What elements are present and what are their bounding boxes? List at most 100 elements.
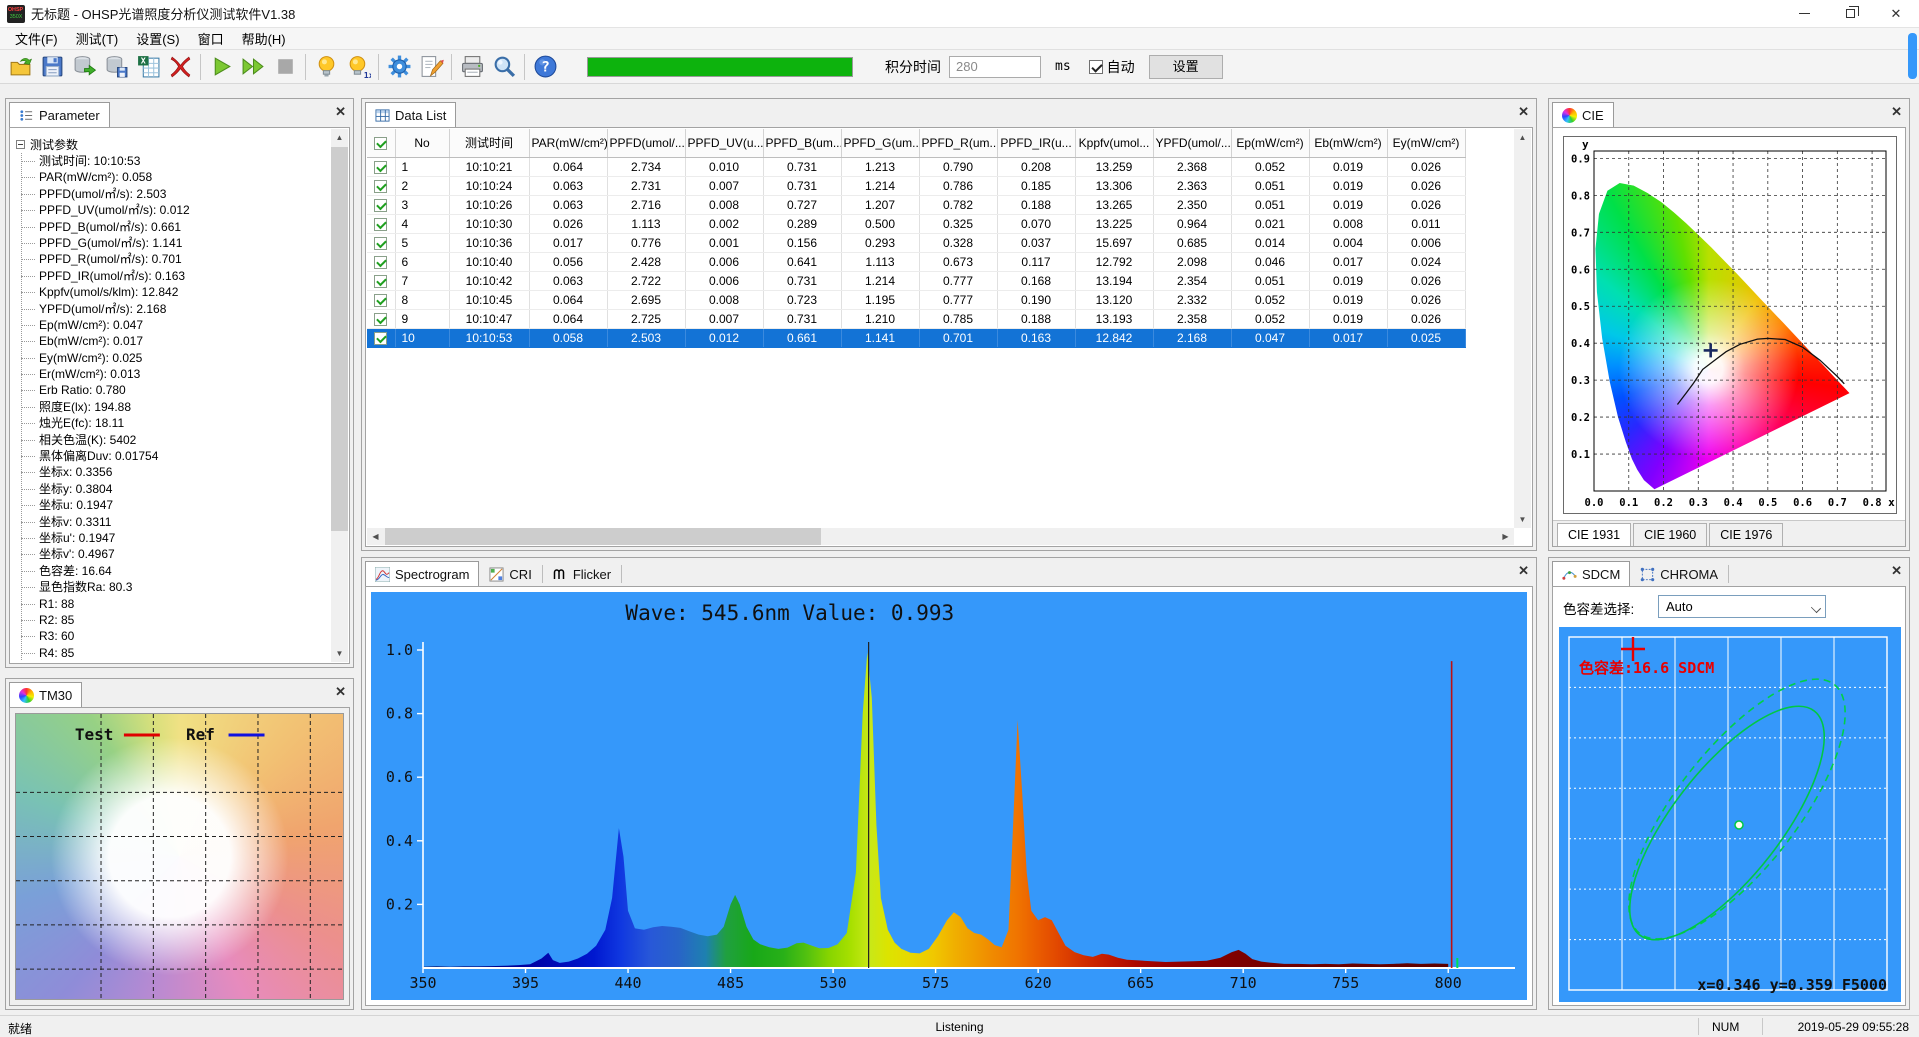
column-header[interactable]: PPFD_UV(u... — [685, 129, 763, 157]
tree-item[interactable]: 测试时间: 10:10:53 — [12, 153, 330, 169]
column-header[interactable]: Kppfv(umol... — [1075, 129, 1153, 157]
tab-tm30[interactable]: TM30 — [9, 682, 82, 707]
table-row[interactable]: 710:10:420.0632.7220.0060.7311.2140.7770… — [367, 271, 1465, 290]
column-header[interactable]: Ep(mW/cm²) — [1231, 129, 1309, 157]
tree-item[interactable]: Kppfv(umol/s/klm): 12.842 — [12, 284, 330, 300]
tree-item[interactable]: R1: 88 — [12, 596, 330, 612]
tree-item[interactable]: 坐标v': 0.4967 — [12, 546, 330, 562]
auto-checkbox[interactable] — [1089, 60, 1103, 74]
menu-item[interactable]: 窗口 — [189, 27, 233, 50]
row-checkbox[interactable] — [374, 256, 387, 269]
tree-item[interactable]: 显色指数Ra: 80.3 — [12, 579, 330, 595]
tree-item[interactable]: 坐标v: 0.3311 — [12, 514, 330, 530]
save-database-icon[interactable] — [100, 52, 132, 82]
subtab-cie-1931[interactable]: CIE 1931 — [1557, 523, 1631, 546]
tree-item[interactable]: 色容差: 16.64 — [12, 563, 330, 579]
settings-gear-icon[interactable] — [383, 52, 415, 82]
table-horizontal-scrollbar[interactable]: ◀ ▶ — [367, 528, 1514, 545]
integration-time-input[interactable] — [949, 56, 1041, 78]
test-once-icon[interactable] — [205, 52, 237, 82]
cie-1931-chart[interactable]: 0.90.80.70.60.50.40.30.20.10.00.10.20.30… — [1563, 136, 1897, 514]
tree-item[interactable]: Erb Ratio: 0.780 — [12, 382, 330, 398]
column-header[interactable]: PAR(mW/cm²) — [529, 129, 607, 157]
tree-item[interactable]: Ep(mW/cm²): 0.047 — [12, 317, 330, 333]
edit-icon[interactable] — [415, 52, 447, 82]
table-row[interactable]: 510:10:360.0170.7760.0010.1560.2930.3280… — [367, 233, 1465, 252]
edge-scroll-handle[interactable] — [1908, 33, 1917, 79]
restore-button[interactable] — [1827, 0, 1873, 28]
print-icon[interactable] — [456, 52, 488, 82]
tree-item[interactable]: PPFD(umol/㎡/s): 2.503 — [12, 186, 330, 202]
zoom-icon[interactable] — [488, 52, 520, 82]
subtab-cie-1976[interactable]: CIE 1976 — [1709, 523, 1783, 546]
close-icon[interactable]: ✕ — [1891, 105, 1902, 118]
table-row[interactable]: 810:10:450.0642.6950.0080.7231.1950.7770… — [367, 290, 1465, 309]
export-database-icon[interactable] — [68, 52, 100, 82]
tree-root[interactable]: 测试参数 — [12, 136, 330, 153]
scroll-up-icon[interactable]: ▲ — [331, 129, 348, 146]
tree-item[interactable]: PAR(mW/cm²): 0.058 — [12, 169, 330, 185]
select-all-checkbox[interactable] — [374, 137, 387, 150]
tree-item[interactable]: 相关色温(K): 5402 — [12, 432, 330, 448]
row-checkbox[interactable] — [374, 199, 387, 212]
row-checkbox[interactable] — [374, 218, 387, 231]
column-header[interactable]: PPFD_R(um... — [919, 129, 997, 157]
row-checkbox[interactable] — [374, 294, 387, 307]
tree-item[interactable]: R4: 85 — [12, 645, 330, 661]
close-icon[interactable]: ✕ — [1891, 564, 1902, 577]
column-header[interactable]: PPFD_G(um... — [841, 129, 919, 157]
tree-item[interactable]: PPFD_G(umol/㎡/s): 1.141 — [12, 235, 330, 251]
table-row[interactable]: 1010:10:530.0582.5030.0120.6611.1410.701… — [367, 328, 1465, 347]
scrollbar-thumb[interactable] — [331, 147, 348, 531]
row-checkbox[interactable] — [374, 332, 387, 345]
close-button[interactable]: ✕ — [1873, 0, 1919, 28]
table-row[interactable]: 210:10:240.0632.7310.0070.7311.2140.7860… — [367, 176, 1465, 195]
tree-item[interactable]: 坐标u': 0.1947 — [12, 530, 330, 546]
tree-item[interactable]: 坐标y: 0.3804 — [12, 481, 330, 497]
scroll-down-icon[interactable]: ▼ — [331, 645, 348, 662]
tree-item[interactable]: 照度E(lx): 194.88 — [12, 399, 330, 415]
column-header[interactable]: YPFD(umol/... — [1153, 129, 1231, 157]
collapse-icon[interactable] — [16, 140, 25, 149]
tab-cie[interactable]: CIE — [1552, 102, 1614, 127]
row-checkbox[interactable] — [374, 313, 387, 326]
column-header[interactable]: Eb(mW/cm²) — [1309, 129, 1387, 157]
lamp-1x-icon[interactable]: 1x — [342, 52, 374, 82]
tab-flicker[interactable]: Flicker — [543, 561, 621, 586]
tree-item[interactable]: PPFD_IR(umol/㎡/s): 0.163 — [12, 268, 330, 284]
tree-item[interactable]: 坐标u: 0.1947 — [12, 497, 330, 513]
table-row[interactable]: 110:10:210.0642.7340.0100.7311.2130.7900… — [367, 157, 1465, 176]
tab-spectrogram[interactable]: Spectrogram — [365, 561, 479, 586]
scroll-down-icon[interactable]: ▼ — [1514, 511, 1531, 528]
row-checkbox[interactable] — [374, 180, 387, 193]
test-continuous-icon[interactable] — [237, 52, 269, 82]
scroll-left-icon[interactable]: ◀ — [367, 528, 384, 545]
tree-item[interactable]: 黑体偏离Duv: 0.01754 — [12, 448, 330, 464]
column-header[interactable]: Ey(mW/cm²) — [1387, 129, 1465, 157]
spectrum-chart[interactable]: 1.00.80.60.40.23503954404855305756206657… — [371, 592, 1527, 1000]
tree-item[interactable]: R2: 85 — [12, 612, 330, 628]
tree-item[interactable]: YPFD(umol/㎡/s): 2.168 — [12, 301, 330, 317]
color-tolerance-select[interactable]: Auto — [1658, 595, 1826, 618]
tree-item[interactable]: Eb(mW/cm²): 0.017 — [12, 333, 330, 349]
export-excel-icon[interactable]: X — [132, 52, 164, 82]
delete-icon[interactable] — [164, 52, 196, 82]
table-row[interactable]: 910:10:470.0642.7250.0070.7311.2100.7850… — [367, 309, 1465, 328]
table-row[interactable]: 310:10:260.0632.7160.0080.7271.2070.7820… — [367, 195, 1465, 214]
tree-item[interactable]: R3: 60 — [12, 628, 330, 644]
tab-parameter[interactable]: Parameter — [9, 102, 110, 127]
scroll-right-icon[interactable]: ▶ — [1497, 528, 1514, 545]
tree-item[interactable]: PPFD_UV(umol/㎡/s): 0.012 — [12, 202, 330, 218]
tab-sdcm[interactable]: SDCM — [1552, 561, 1630, 586]
row-checkbox[interactable] — [374, 161, 387, 174]
menu-item[interactable]: 帮助(H) — [233, 27, 295, 50]
close-icon[interactable]: ✕ — [335, 685, 346, 698]
row-checkbox[interactable] — [374, 237, 387, 250]
table-row[interactable]: 610:10:400.0562.4280.0060.6411.1130.6730… — [367, 252, 1465, 271]
menu-item[interactable]: 文件(F) — [6, 27, 67, 50]
minimize-button[interactable] — [1781, 0, 1827, 28]
column-header[interactable]: No — [395, 129, 449, 157]
scroll-up-icon[interactable]: ▲ — [1514, 129, 1531, 146]
tree-item[interactable]: PPFD_B(umol/㎡/s): 0.661 — [12, 219, 330, 235]
tab-data-list[interactable]: Data List — [365, 102, 456, 127]
